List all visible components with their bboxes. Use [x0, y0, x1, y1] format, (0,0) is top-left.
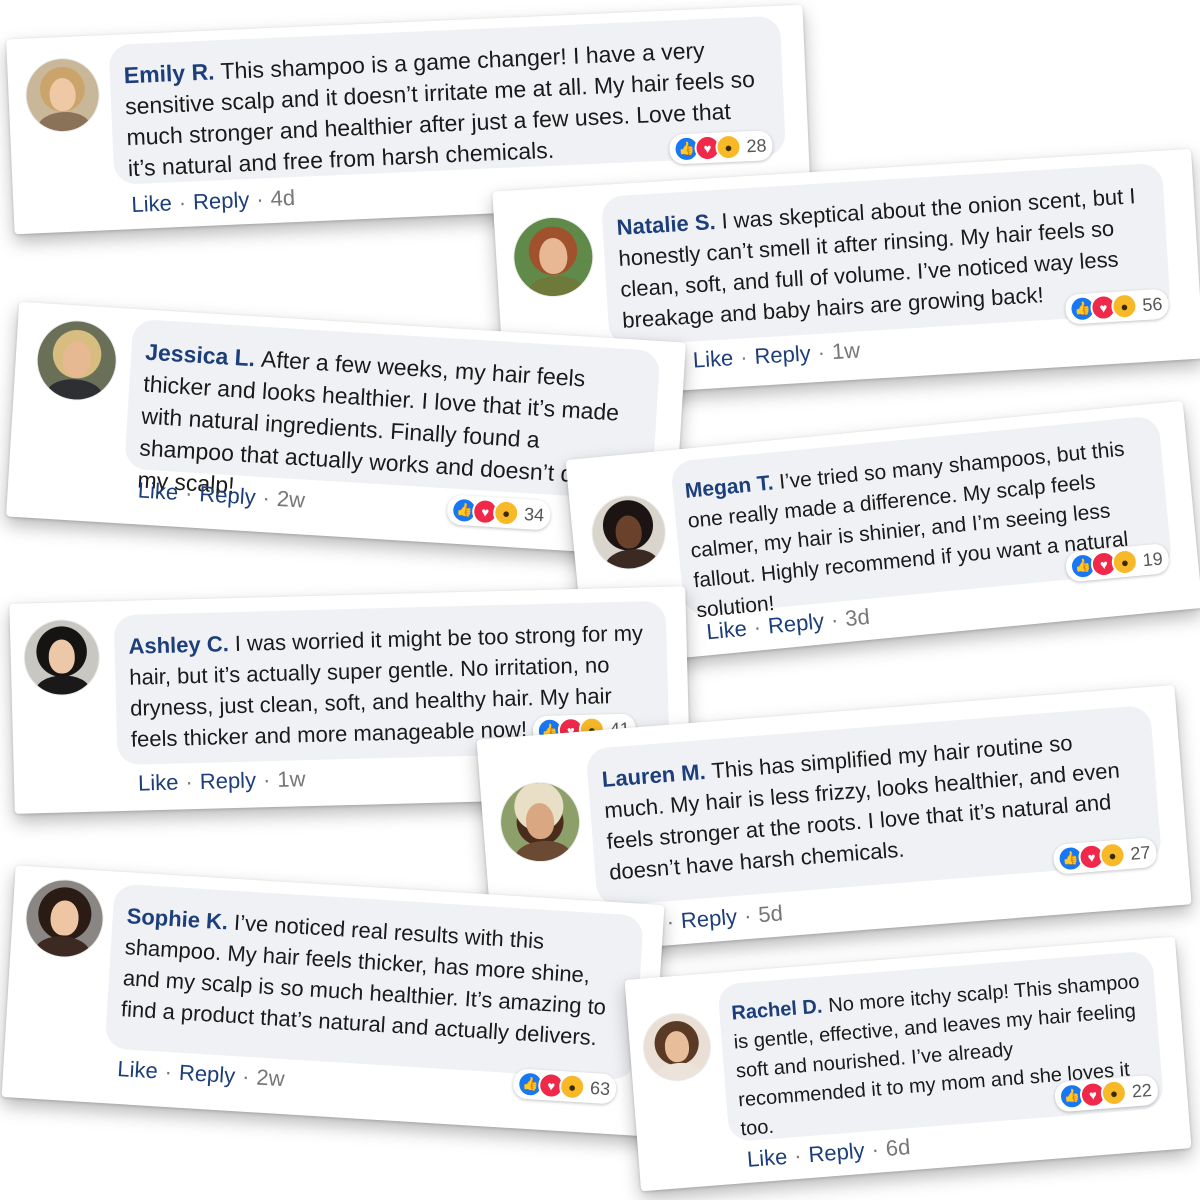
reply-link[interactable]: Reply — [808, 1138, 866, 1167]
comment-text: This shampoo is a game changer! I have a… — [124, 37, 756, 182]
reply-link[interactable]: Reply — [754, 340, 812, 368]
wow-icon: ● — [714, 133, 743, 161]
commenter-name[interactable]: Lauren M. — [601, 759, 707, 792]
comment-card: Sophie K. I’ve noticed real results with … — [1, 865, 665, 1137]
avatar[interactable] — [641, 1011, 713, 1083]
avatar[interactable] — [512, 215, 595, 299]
reply-link[interactable]: Reply — [199, 481, 257, 509]
comment-age: 2w — [255, 1064, 286, 1092]
comment-text: I was skeptical about the onion scent, b… — [617, 183, 1137, 333]
reaction-count: 27 — [1129, 841, 1152, 864]
avatar[interactable] — [24, 878, 105, 959]
comment-actions: Like · Reply · 1w — [692, 337, 861, 373]
reply-link[interactable]: Reply — [767, 608, 825, 638]
comment-actions: Like · Reply · 6d — [746, 1134, 912, 1172]
avatar[interactable] — [498, 780, 583, 864]
like-link[interactable]: Like — [117, 1056, 159, 1083]
reactions-badge[interactable]: 👍 ♥ ● 63 — [512, 1068, 618, 1105]
comment-actions: Like · Reply · 2w — [137, 477, 306, 513]
comment-age: 1w — [276, 766, 306, 792]
like-link[interactable]: Like — [746, 1144, 788, 1172]
comment-text: No more itchy scalp! This shampoo is gen… — [732, 970, 1141, 1141]
comment-age: 6d — [884, 1134, 912, 1161]
wow-icon: ● — [1110, 292, 1139, 320]
comment-card: Rachel D. No more itchy scalp! This shamp… — [624, 936, 1192, 1192]
reactions-badge[interactable]: 👍 ♥ ● 28 — [668, 130, 774, 165]
avatar[interactable] — [23, 619, 100, 696]
wow-icon: ● — [1110, 547, 1139, 577]
wow-icon: ● — [1098, 841, 1127, 870]
like-link[interactable]: Like — [138, 770, 179, 796]
avatar[interactable] — [589, 493, 668, 572]
commenter-name[interactable]: Jessica L. — [145, 339, 256, 372]
reaction-count: 56 — [1141, 293, 1163, 315]
commenter-name[interactable]: Emily R. — [123, 58, 215, 88]
comment-bubble: Megan T. I’ve tried so many shampoos, but… — [670, 415, 1173, 622]
like-link[interactable]: Like — [692, 345, 734, 372]
comment-actions: Like · Reply · 1w — [137, 766, 306, 796]
commenter-name[interactable]: Sophie K. — [126, 903, 229, 934]
reaction-count: 34 — [523, 503, 545, 525]
comment-age: 5d — [757, 900, 784, 928]
comment-age: 1w — [831, 337, 861, 365]
reaction-count: 28 — [746, 134, 767, 156]
comment-age: 2w — [276, 485, 306, 513]
wow-icon: ● — [1099, 1078, 1128, 1107]
comment-bubble: Sophie K. I’ve noticed real results with … — [104, 883, 644, 1081]
commenter-name[interactable]: Ashley C. — [128, 631, 229, 659]
wow-icon: ● — [558, 1072, 586, 1101]
commenter-name[interactable]: Rachel D. — [731, 996, 824, 1025]
reply-link[interactable]: Reply — [680, 904, 738, 933]
comment-text: I’ve tried so many shampoos, but this on… — [686, 437, 1130, 623]
reaction-count: 19 — [1141, 547, 1164, 570]
avatar[interactable] — [25, 57, 101, 133]
comment-age: 4d — [270, 185, 296, 212]
reply-link[interactable]: Reply — [178, 1060, 236, 1088]
like-link[interactable]: Like — [705, 616, 748, 645]
avatar[interactable] — [35, 319, 119, 402]
reactions-badge[interactable]: 👍 ♥ ● 56 — [1064, 288, 1170, 325]
like-link[interactable]: Like — [131, 190, 172, 217]
reply-link[interactable]: Reply — [199, 767, 256, 793]
comment-bubble: Rachel D. No more itchy scalp! This shamp… — [717, 950, 1165, 1143]
comment-actions: Like · Reply · 2w — [116, 1055, 286, 1092]
comment-text: This has simplified my hair routine so m… — [603, 730, 1121, 885]
comment-bubble: Lauren M. This has simplified my hair rou… — [585, 704, 1163, 907]
comment-actions: Like · Reply · 4d — [130, 185, 296, 218]
comment-age: 3d — [843, 603, 871, 632]
reactions-badge[interactable]: 👍 ♥ ● 34 — [446, 494, 552, 531]
reaction-count: 22 — [1131, 1079, 1153, 1101]
reply-link[interactable]: Reply — [193, 187, 250, 214]
commenter-name[interactable]: Megan T. — [684, 471, 774, 502]
like-link[interactable]: Like — [137, 477, 179, 504]
reaction-count: 63 — [589, 1077, 611, 1099]
wow-icon: ● — [492, 499, 520, 527]
commenter-name[interactable]: Natalie S. — [616, 209, 716, 240]
